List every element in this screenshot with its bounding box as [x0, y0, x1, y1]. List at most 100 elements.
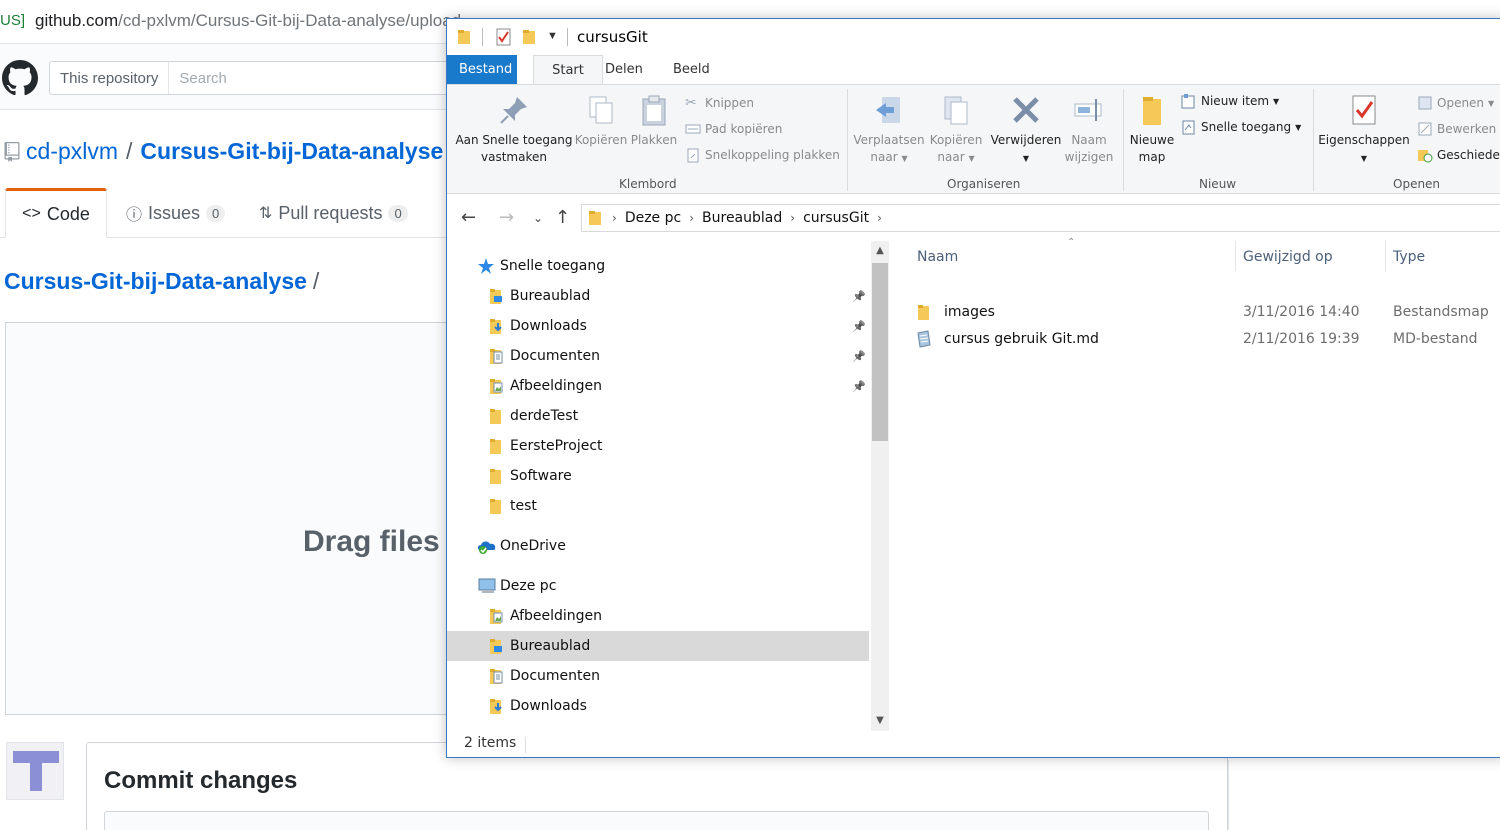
pinned-icon[interactable]: 📌: [852, 380, 866, 393]
nav-tree-item[interactable]: Bureaublad 📌: [447, 281, 869, 311]
chevron-right-icon[interactable]: ›: [877, 211, 882, 225]
file-row[interactable]: cursus gebruik Git.md 2/11/2016 19:39 MD-b…: [907, 327, 1500, 353]
folder-downloads-icon: [487, 697, 505, 715]
customize-quick-access-icon[interactable]: ▼: [547, 30, 558, 50]
star-icon: [477, 257, 495, 275]
tab-pull-requests[interactable]: ⇅ Pull requests 0: [259, 188, 408, 238]
pinned-icon[interactable]: 📌: [852, 320, 866, 333]
nav-tree-item[interactable]: Downloads: [447, 691, 869, 721]
pinned-icon[interactable]: 📌: [852, 350, 866, 363]
nav-tree-item[interactable]: Documenten: [447, 661, 869, 691]
recent-locations-chevron-icon[interactable]: ⌄: [533, 211, 543, 225]
file-row[interactable]: images 3/11/2016 14:40 Bestandsmap: [907, 300, 1500, 326]
nav-tree-item[interactable]: Deze pc: [447, 571, 869, 601]
paste-shortcut-button[interactable]: Snelkoppeling plakken: [685, 147, 840, 163]
nav-tree-item[interactable]: OneDrive: [447, 531, 869, 561]
commit-summary-input[interactable]: [104, 811, 1209, 830]
chevron-right-icon[interactable]: ›: [790, 211, 795, 225]
tab-delen[interactable]: Delen: [593, 55, 655, 84]
new-item-button[interactable]: Nieuw item ▼: [1181, 93, 1279, 109]
copy-to-button[interactable]: Kopiëren naar ▼: [925, 93, 987, 167]
nav-tree-item[interactable]: Downloads 📌: [447, 311, 869, 341]
properties-button[interactable]: Eigenschappen ▼: [1315, 93, 1413, 167]
folder-icon: [458, 30, 470, 44]
chevron-right-icon[interactable]: ›: [689, 211, 694, 225]
paste-button[interactable]: Plakken: [629, 93, 679, 149]
delete-button[interactable]: Verwijderen ▼: [989, 93, 1063, 167]
path-slash: /: [312, 268, 320, 294]
nav-tree-item[interactable]: derdeTest: [447, 401, 869, 431]
nav-tree-item[interactable]: Bureaublad: [447, 631, 869, 661]
edit-button[interactable]: Bewerken: [1417, 121, 1496, 137]
history-button[interactable]: Geschieden: [1417, 147, 1500, 163]
easy-access-button[interactable]: Snelle toegang ▼: [1181, 119, 1301, 135]
copy-button[interactable]: Kopiëren: [573, 93, 629, 149]
nav-tree-item[interactable]: Afbeeldingen: [447, 601, 869, 631]
divider[interactable]: [1385, 241, 1386, 271]
back-arrow-icon[interactable]: ←: [461, 207, 476, 228]
nav-tree-item-label: Bureaublad: [510, 638, 591, 654]
nav-tree-item[interactable]: Snelle toegang: [447, 251, 869, 281]
column-header-name[interactable]: Naam: [917, 249, 958, 265]
paste-icon: [642, 95, 666, 126]
cut-button[interactable]: ✂ Knippen: [685, 95, 754, 111]
nav-tree-item[interactable]: Software: [447, 461, 869, 491]
breadcrumb[interactable]: › Deze pc › Bureaublad › cursusGit ›: [581, 204, 1500, 232]
address-prefix: US]: [0, 12, 26, 29]
breadcrumb-item-bureaublad[interactable]: Bureaublad: [702, 210, 782, 226]
nav-tree-item-label: Snelle toegang: [500, 258, 606, 274]
path-repo-link[interactable]: Cursus-Git-bij-Data-analyse: [4, 268, 307, 294]
tab-bestand[interactable]: Bestand: [447, 55, 517, 84]
scroll-down-icon[interactable]: ▼: [871, 711, 889, 731]
column-header-type[interactable]: Type: [1393, 249, 1425, 265]
scroll-up-icon[interactable]: ▲: [871, 241, 889, 261]
open-button[interactable]: Openen ▼: [1417, 95, 1494, 111]
move-to-button[interactable]: Verplaatsen naar ▼: [851, 93, 927, 167]
copy-icon: [589, 96, 613, 124]
divider[interactable]: [1235, 241, 1236, 271]
issue-icon: ⓘ: [126, 207, 143, 224]
copy-path-button[interactable]: Pad kopiëren: [685, 121, 782, 137]
pinned-icon[interactable]: 📌: [852, 290, 866, 303]
folder-downloads-icon: [487, 317, 505, 335]
address-url[interactable]: github.com/cd-pxlvm/Cursus-Git-bij-Data-…: [35, 11, 461, 31]
tab-code[interactable]: <> Code: [5, 188, 107, 238]
divider: [482, 28, 483, 46]
nav-tree-item-label: Afbeeldingen: [510, 378, 603, 394]
pin-quick-access-button[interactable]: Aan Snelle toegang vastmaken: [455, 93, 573, 166]
new-folder-icon[interactable]: [522, 27, 538, 47]
nav-tree-item-label: Deze pc: [500, 578, 557, 594]
github-logo-icon[interactable]: [2, 60, 38, 96]
chevron-right-icon[interactable]: ›: [612, 211, 617, 225]
tab-beeld[interactable]: Beeld: [661, 55, 722, 84]
folder-pictures-icon: [487, 607, 505, 625]
chevron-down-icon: ▼: [968, 154, 975, 163]
folder-documents-icon: [487, 347, 505, 365]
commit-title: Commit changes: [104, 767, 298, 794]
scrollbar-thumb[interactable]: [872, 263, 888, 441]
breadcrumb-item-cursusgit[interactable]: cursusGit: [803, 210, 869, 226]
file-name: cursus gebruik Git.md: [944, 331, 1099, 347]
repo-name-link[interactable]: Cursus-Git-bij-Data-analyse: [140, 138, 443, 165]
up-arrow-icon[interactable]: ↑: [555, 207, 570, 228]
tab-issues[interactable]: ⓘ Issues 0: [126, 188, 226, 238]
onedrive-icon: [477, 537, 496, 555]
repo-owner-link[interactable]: cd-pxlvm: [26, 138, 118, 165]
breadcrumb-item-deze-pc[interactable]: Deze pc: [625, 210, 681, 226]
repo-separator: /: [126, 138, 133, 164]
properties-label: Eigenschappen: [1318, 133, 1410, 147]
nav-tree-item-label: Downloads: [510, 318, 587, 334]
nav-tree-item[interactable]: Documenten 📌: [447, 341, 869, 371]
forward-arrow-icon[interactable]: →: [499, 207, 514, 228]
nav-tree-item[interactable]: EersteProject: [447, 431, 869, 461]
rename-button[interactable]: Naam wijzigen: [1061, 93, 1117, 166]
search-input[interactable]: [169, 69, 470, 87]
nav-tree-item[interactable]: test: [447, 491, 869, 521]
new-folder-button[interactable]: Nieuwe map: [1125, 93, 1179, 166]
nav-tree-item[interactable]: Afbeeldingen 📌: [447, 371, 869, 401]
nav-tree-item-label: derdeTest: [510, 408, 579, 424]
nav-pane-scrollbar[interactable]: ▲ ▼: [871, 241, 889, 731]
column-header-modified[interactable]: Gewijzigd op: [1243, 249, 1333, 265]
properties-icon[interactable]: [495, 27, 513, 47]
move-to-icon: [876, 97, 900, 123]
